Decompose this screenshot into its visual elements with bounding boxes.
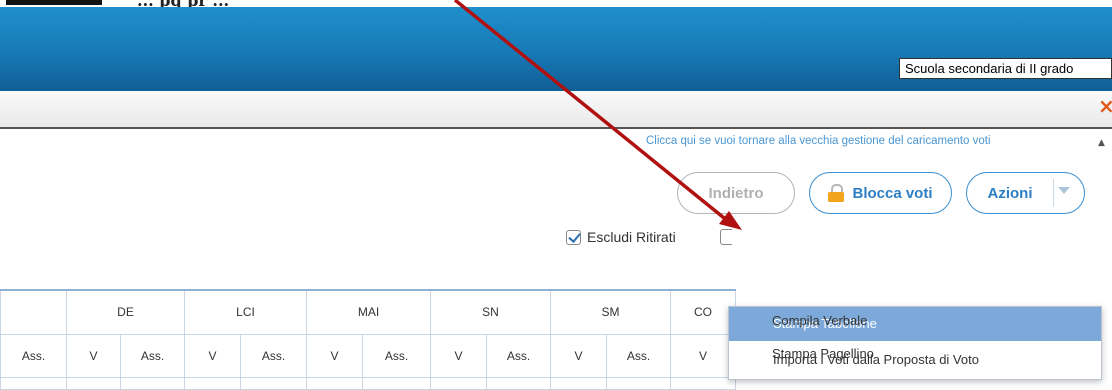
old-management-link[interactable]: Clicca qui se vuoi tornare alla vecchia …	[646, 135, 991, 147]
column-header: Ass.	[486, 333, 551, 378]
column-header: V	[306, 333, 363, 378]
table-cell[interactable]	[0, 376, 67, 390]
column-header: Ass.	[606, 333, 671, 378]
subject-header[interactable]: CO	[670, 289, 736, 335]
column-header: V	[550, 333, 607, 378]
actions-button-divider	[1053, 179, 1054, 207]
table-header-cell	[0, 289, 67, 335]
column-header: V	[184, 333, 241, 378]
table-cell[interactable]	[606, 376, 671, 390]
subject-header[interactable]: SM	[550, 289, 671, 335]
checkbox-partial[interactable]	[720, 229, 732, 245]
chevron-down-icon[interactable]	[1058, 187, 1070, 194]
menu-item-stampa-pagellino[interactable]: Stampa Pagellino	[772, 346, 874, 361]
table-cell[interactable]	[66, 376, 121, 390]
checkbox-checked-icon[interactable]	[566, 229, 581, 245]
column-header: Ass.	[240, 333, 307, 378]
actions-button-label: Azioni	[987, 184, 1033, 202]
secondary-toolbar	[0, 91, 1112, 129]
table-cell[interactable]	[670, 376, 736, 390]
lock-grades-label: Blocca voti	[852, 184, 933, 202]
column-header: V	[430, 333, 487, 378]
table-cell[interactable]	[306, 376, 363, 390]
lock-grades-button[interactable]: Blocca voti	[809, 172, 952, 214]
table-cell[interactable]	[184, 376, 241, 390]
table-cell[interactable]	[120, 376, 185, 390]
school-level-select[interactable]: Scuola secondaria di II grado	[899, 58, 1112, 79]
menu-item-compila-verbale[interactable]: Compila Verbale	[772, 313, 867, 328]
column-header: V	[670, 333, 736, 378]
close-icon[interactable]: ×	[1098, 96, 1112, 116]
exclude-withdrawn-checkbox[interactable]: Escludi Ritirati	[566, 229, 676, 245]
table-cell[interactable]	[550, 376, 607, 390]
back-button-label: Indietro	[708, 184, 764, 202]
subject-header[interactable]: MAI	[306, 289, 431, 335]
column-header: V	[66, 333, 121, 378]
subject-header[interactable]: SN	[430, 289, 551, 335]
table-cell[interactable]	[240, 376, 307, 390]
grades-table: DE LCI MAI SN SM CO Ass. V Ass. V Ass. V…	[0, 289, 736, 390]
column-header: Ass.	[120, 333, 185, 378]
redacted-box	[6, 0, 102, 5]
table-cell[interactable]	[486, 376, 551, 390]
subject-header[interactable]: LCI	[184, 289, 307, 335]
actions-button[interactable]: Azioni	[966, 172, 1085, 214]
column-header: Ass.	[0, 333, 67, 378]
lock-icon	[828, 184, 845, 202]
scroll-up-icon[interactable]: ▲	[1098, 138, 1105, 148]
back-button[interactable]: Indietro	[677, 172, 795, 214]
table-cell[interactable]	[430, 376, 487, 390]
subject-header[interactable]: DE	[66, 289, 185, 335]
screenshot-top-strip: ... pq pr ...	[0, 0, 1112, 10]
column-header: Ass.	[362, 333, 431, 378]
exclude-withdrawn-label: Escludi Ritirati	[587, 229, 676, 245]
table-cell[interactable]	[362, 376, 431, 390]
